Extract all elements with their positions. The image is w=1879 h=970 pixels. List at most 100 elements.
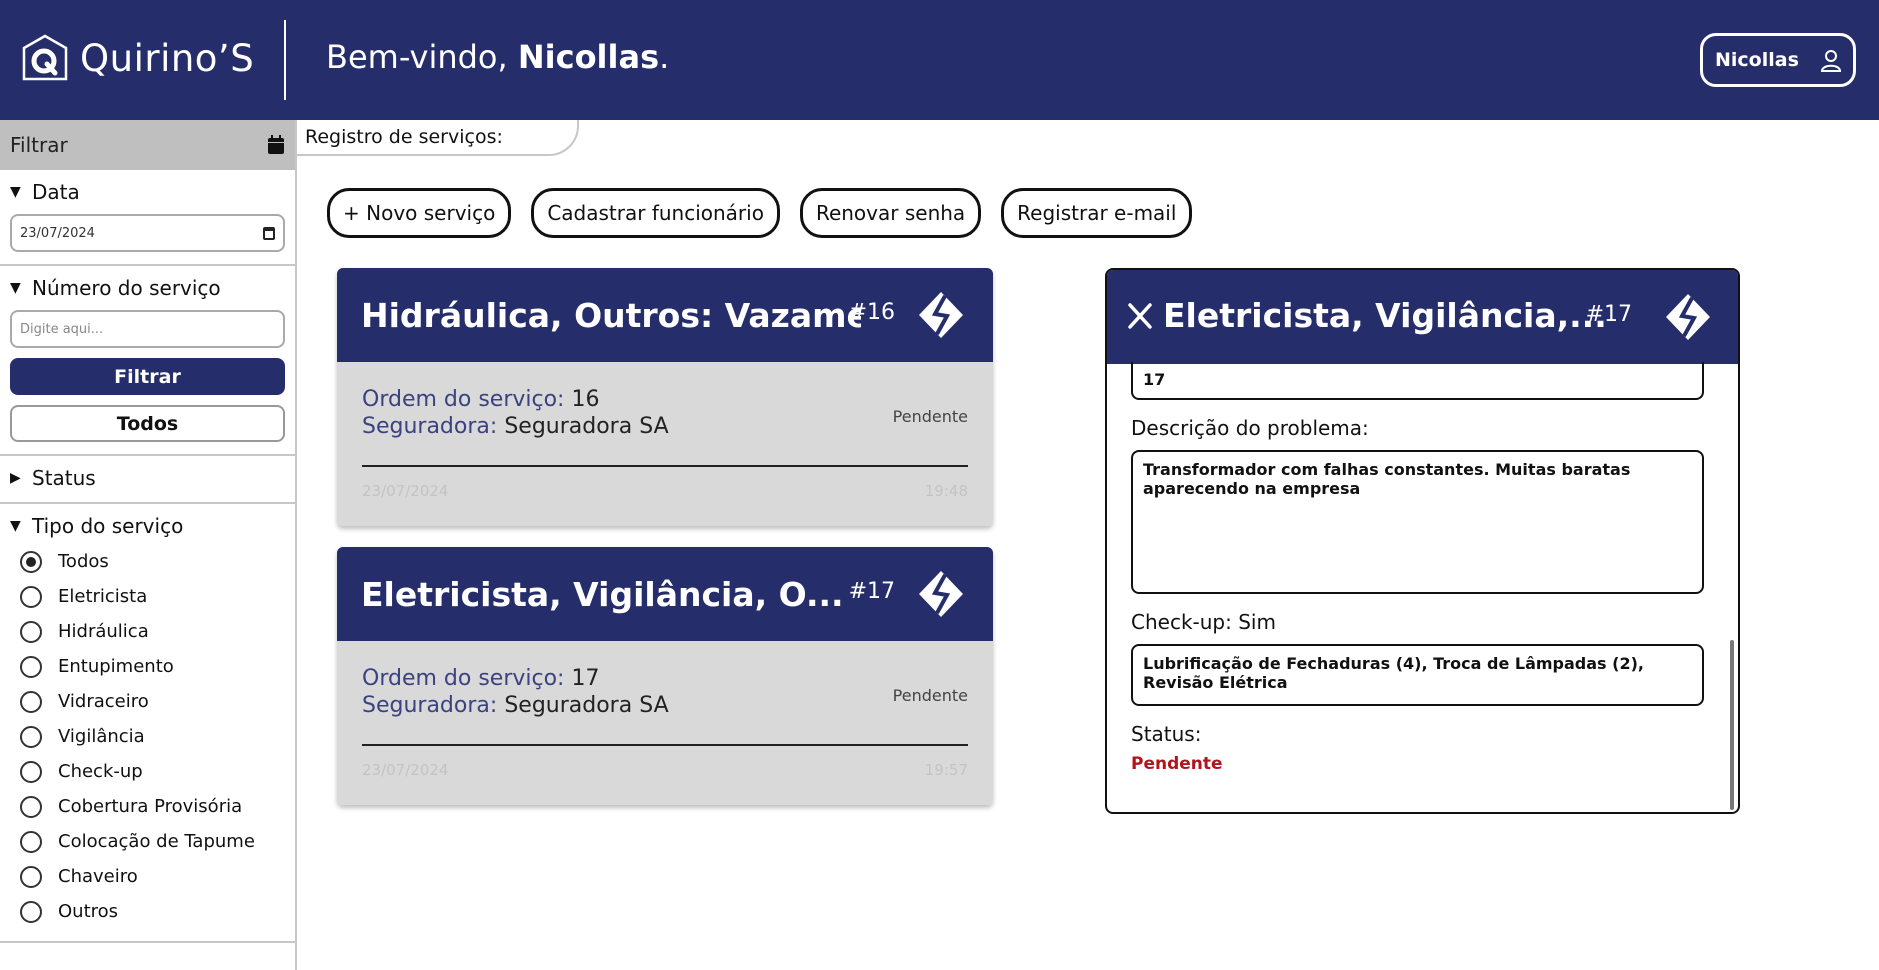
- date-filter-section: ▼ Data 23/07/2024: [0, 170, 295, 266]
- order-line: Ordem do serviço: 17: [362, 665, 968, 692]
- renew-password-button[interactable]: Renovar senha: [799, 188, 982, 238]
- date-value: 23/07/2024: [20, 225, 95, 241]
- service-card-number: #16: [848, 300, 895, 325]
- user-icon: [1821, 50, 1841, 72]
- radio-option-cobertura-provisoria[interactable]: Cobertura Provisória: [10, 789, 285, 824]
- detail-scrollbar[interactable]: [1730, 640, 1734, 810]
- header-divider: [284, 20, 286, 100]
- logo[interactable]: Quirino’S: [20, 33, 254, 83]
- logo-icon: [22, 34, 68, 81]
- new-service-button[interactable]: + Novo serviço: [327, 188, 512, 238]
- status-label: Status:: [1131, 722, 1202, 746]
- radio-button[interactable]: [20, 865, 42, 888]
- insurer-line: Seguradora: Seguradora SA: [362, 413, 968, 440]
- type-filter-section: ▼ Tipo do serviço Todos Eletricista Hidráu…: [0, 504, 295, 943]
- expanded-triangle-icon: ▼: [10, 280, 21, 296]
- radio-button[interactable]: [20, 795, 42, 818]
- expanded-triangle-icon: ▼: [10, 518, 21, 534]
- register-email-button[interactable]: Registrar e-mail: [1001, 188, 1193, 238]
- service-card-header: Eletricista, Vigilância, O... #17: [337, 547, 993, 641]
- card-time: 19:57: [924, 761, 968, 779]
- type-section-label: Tipo do serviço: [32, 514, 184, 538]
- order-value: 17: [571, 666, 600, 691]
- status-section-label: Status: [32, 466, 96, 490]
- service-card-body: Ordem do serviço: 17 Seguradora: Segurad…: [337, 641, 993, 805]
- welcome-suffix: .: [659, 38, 670, 76]
- service-card[interactable]: Eletricista, Vigilância, O... #17 Ordem …: [337, 547, 993, 805]
- radio-label: Eletricista: [58, 586, 148, 607]
- status-value: Pendente: [1131, 754, 1223, 774]
- checkup-label: Check-up: Sim: [1131, 610, 1276, 634]
- radio-option-hidraulica[interactable]: Hidráulica: [10, 614, 285, 649]
- date-picker-icon[interactable]: [263, 226, 275, 240]
- number-filter-section: ▼ Número do serviço Digite aqui... Filtr…: [0, 266, 295, 456]
- page-title: Registro de serviços:: [297, 120, 579, 156]
- radio-button[interactable]: [20, 690, 42, 713]
- radio-label: Colocação de Tapume: [58, 831, 255, 852]
- card-divider: [362, 465, 968, 467]
- card-date: 23/07/2024: [362, 761, 449, 779]
- radio-label: Vigilância: [58, 726, 145, 747]
- description-textarea[interactable]: Transformador com falhas constantes. Mui…: [1131, 450, 1704, 594]
- detail-body: 17 Descrição do problema: Transformador …: [1107, 362, 1738, 812]
- radio-label: Chaveiro: [58, 866, 138, 887]
- status-section-toggle[interactable]: ▶ Status: [10, 466, 285, 490]
- service-card[interactable]: Hidráulica, Outros: Vazame... #16 Ordem …: [337, 268, 993, 526]
- expanded-triangle-icon: ▼: [10, 184, 21, 200]
- service-number-input[interactable]: Digite aqui...: [10, 310, 285, 348]
- register-employee-button[interactable]: Cadastrar funcionário: [531, 188, 780, 238]
- radio-label: Vidraceiro: [58, 691, 149, 712]
- card-time: 19:48: [924, 482, 968, 500]
- radio-button[interactable]: [20, 725, 42, 748]
- calendar-icon[interactable]: [267, 135, 285, 155]
- close-icon[interactable]: [1127, 302, 1153, 330]
- insurer-value: Seguradora SA: [504, 414, 669, 439]
- radio-option-check-up[interactable]: Check-up: [10, 754, 285, 789]
- type-section-toggle[interactable]: ▼ Tipo do serviço: [10, 514, 285, 538]
- filter-button[interactable]: Filtrar: [10, 358, 285, 395]
- user-name: Nicollas: [1715, 49, 1799, 71]
- welcome-prefix: Bem-vindo,: [326, 38, 518, 76]
- detail-header: Eletricista, Vigilância,... #17: [1107, 270, 1738, 364]
- brand-diamond-icon: [919, 292, 963, 338]
- radio-option-outros[interactable]: Outros: [10, 894, 285, 929]
- radio-button[interactable]: [20, 655, 42, 678]
- logo-text: Quirino’S: [80, 36, 255, 80]
- filter-header: Filtrar: [0, 120, 295, 170]
- radio-button[interactable]: [20, 620, 42, 643]
- number-section-toggle[interactable]: ▼ Número do serviço: [10, 276, 285, 300]
- date-input[interactable]: 23/07/2024: [10, 214, 285, 252]
- all-button[interactable]: Todos: [10, 405, 285, 442]
- radio-button[interactable]: [20, 830, 42, 853]
- detail-title: Eletricista, Vigilância,...: [1163, 296, 1607, 335]
- welcome-name: Nicollas: [517, 38, 660, 76]
- date-section-label: Data: [32, 180, 80, 204]
- radio-button[interactable]: [20, 900, 42, 923]
- insurer-label: Seguradora:: [362, 693, 498, 718]
- order-label: Ordem do serviço:: [362, 387, 565, 412]
- card-date: 23/07/2024: [362, 482, 449, 500]
- radio-label: Todos: [58, 551, 109, 572]
- radio-button[interactable]: [20, 585, 42, 608]
- insurer-value: Seguradora SA: [504, 693, 669, 718]
- service-number-placeholder: Digite aqui...: [20, 321, 104, 337]
- radio-option-todos[interactable]: Todos: [10, 544, 285, 579]
- radio-option-colocacao-de-tapume[interactable]: Colocação de Tapume: [10, 824, 285, 859]
- radio-label: Cobertura Provisória: [58, 796, 243, 817]
- service-detail-panel: Eletricista, Vigilância,... #17 17 Descr…: [1105, 268, 1740, 814]
- radio-button[interactable]: [20, 550, 42, 573]
- radio-button[interactable]: [20, 760, 42, 783]
- order-line: Ordem do serviço: 16: [362, 386, 968, 413]
- date-section-toggle[interactable]: ▼ Data: [10, 180, 285, 204]
- brand-diamond-icon: [919, 571, 963, 617]
- filter-sidebar: Filtrar ▼ Data 23/07/2024 ▼ Número do se…: [0, 120, 297, 970]
- radio-option-entupimento[interactable]: Entupimento: [10, 649, 285, 684]
- radio-option-vigilancia[interactable]: Vigilância: [10, 719, 285, 754]
- order-value: 16: [571, 387, 600, 412]
- radio-option-vidraceiro[interactable]: Vidraceiro: [10, 684, 285, 719]
- radio-option-eletricista[interactable]: Eletricista: [10, 579, 285, 614]
- radio-option-chaveiro[interactable]: Chaveiro: [10, 859, 285, 894]
- order-number-field[interactable]: 17: [1131, 362, 1704, 400]
- checkup-items-field[interactable]: Lubrificação de Fechaduras (4), Troca de…: [1131, 644, 1704, 706]
- user-menu-button[interactable]: Nicollas: [1700, 33, 1856, 87]
